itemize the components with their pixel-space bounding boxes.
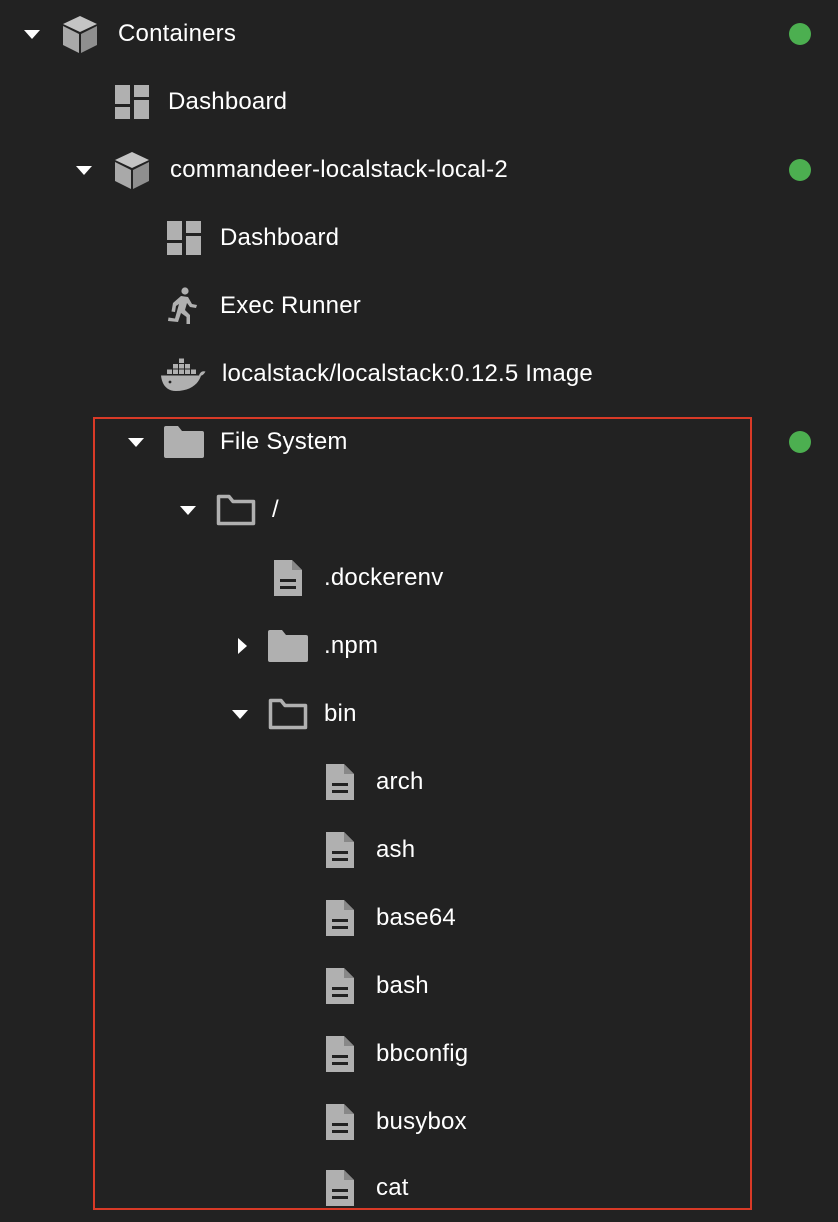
tree-item-label: bash xyxy=(376,972,429,999)
container-tree: Containers Dashboard commandeer-localsta… xyxy=(0,0,838,1216)
tree-item-file[interactable]: base64 xyxy=(0,884,838,952)
tree-item-file[interactable]: cat xyxy=(0,1148,838,1210)
tree-item-file[interactable]: ash xyxy=(0,816,838,884)
tree-item-dockerenv[interactable]: .dockerenv xyxy=(0,544,838,612)
tree-item-image[interactable]: localstack/localstack:0.12.5 Image xyxy=(0,340,838,408)
tree-item-label: cat xyxy=(376,1174,409,1201)
file-icon xyxy=(320,1168,360,1208)
caret-down-icon[interactable] xyxy=(230,704,250,724)
tree-item-file-system[interactable]: File System xyxy=(0,408,838,476)
dashboard-icon xyxy=(164,218,204,258)
tree-item-label: bbconfig xyxy=(376,1040,469,1067)
tree-item-label: Containers xyxy=(118,20,237,47)
tree-item-containers[interactable]: Containers xyxy=(0,0,838,68)
tree-item-label: .dockerenv xyxy=(324,564,444,591)
tree-item-exec-runner[interactable]: Exec Runner xyxy=(0,272,838,340)
tree-item-file[interactable]: arch xyxy=(0,748,838,816)
file-icon xyxy=(320,898,360,938)
folder-filled-icon xyxy=(266,626,310,666)
tree-item-label: arch xyxy=(376,768,424,795)
folder-filled-icon xyxy=(162,422,206,462)
tree-item-npm-folder[interactable]: .npm xyxy=(0,612,838,680)
file-icon xyxy=(320,830,360,870)
folder-open-icon xyxy=(266,694,310,734)
status-indicator xyxy=(789,23,811,45)
tree-item-file[interactable]: bash xyxy=(0,952,838,1020)
tree-item-container-dashboard[interactable]: Dashboard xyxy=(0,204,838,272)
cube-icon xyxy=(112,150,152,190)
running-person-icon xyxy=(162,286,202,326)
tree-item-file[interactable]: bbconfig xyxy=(0,1020,838,1088)
tree-item-file[interactable]: busybox xyxy=(0,1088,838,1156)
caret-down-icon[interactable] xyxy=(126,432,146,452)
file-icon xyxy=(320,1034,360,1074)
folder-open-icon xyxy=(214,490,258,530)
tree-item-root-folder[interactable]: / xyxy=(0,476,838,544)
tree-item-label: Exec Runner xyxy=(220,292,361,319)
file-icon xyxy=(320,966,360,1006)
tree-item-label: File System xyxy=(220,428,348,455)
status-indicator xyxy=(789,159,811,181)
tree-item-label: base64 xyxy=(376,904,456,931)
caret-down-icon[interactable] xyxy=(22,24,42,44)
docker-whale-icon xyxy=(158,354,208,394)
tree-item-label: localstack/localstack:0.12.5 Image xyxy=(222,360,593,387)
tree-item-containers-dashboard[interactable]: Dashboard xyxy=(0,68,838,136)
tree-item-label: bin xyxy=(324,700,357,727)
dashboard-icon xyxy=(112,82,152,122)
tree-item-label: ash xyxy=(376,836,416,863)
cube-icon xyxy=(60,14,100,54)
tree-item-label: Dashboard xyxy=(220,224,340,251)
status-indicator xyxy=(789,431,811,453)
tree-item-container[interactable]: commandeer-localstack-local-2 xyxy=(0,136,838,204)
tree-item-label: Dashboard xyxy=(168,88,288,115)
caret-down-icon[interactable] xyxy=(178,500,198,520)
tree-item-label: busybox xyxy=(376,1108,467,1135)
file-icon xyxy=(320,762,360,802)
caret-right-icon[interactable] xyxy=(232,636,252,656)
file-icon xyxy=(320,1102,360,1142)
tree-item-label: .npm xyxy=(324,632,379,659)
file-icon xyxy=(268,558,308,598)
tree-item-label: commandeer-localstack-local-2 xyxy=(170,156,508,183)
tree-item-label: / xyxy=(272,496,279,523)
tree-item-bin-folder[interactable]: bin xyxy=(0,680,838,748)
caret-down-icon[interactable] xyxy=(74,160,94,180)
